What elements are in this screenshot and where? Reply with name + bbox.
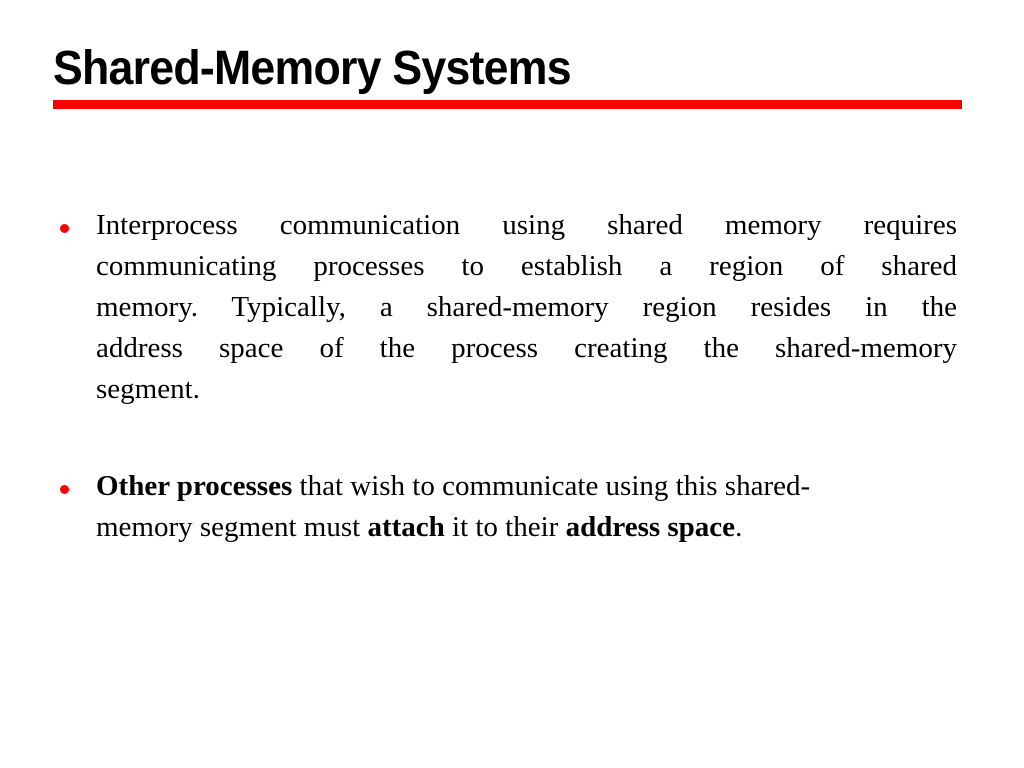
bullet-line: memory. Typically, a shared-memory regio… xyxy=(96,291,957,323)
emphasis-address-space: address space xyxy=(565,511,736,543)
bullet-line-period: . xyxy=(735,511,743,543)
emphasis-attach: attach xyxy=(367,511,445,543)
emphasis-other-processes: Other processes xyxy=(96,470,293,502)
bullet-line: communicating processes to establish a r… xyxy=(96,250,957,282)
list-item: Other processes that wish to communicate… xyxy=(0,466,1024,548)
bullet-line: memory segment must attach it to their a… xyxy=(96,507,957,548)
bullet-line: segment. xyxy=(96,373,200,405)
bullet-line-mid: it to their xyxy=(444,511,566,543)
bullet-dot-icon xyxy=(60,485,69,494)
bullet-line: Interprocess communication using shared … xyxy=(96,209,957,241)
bullet-line-rest: that wish to communicate using this shar… xyxy=(292,470,811,502)
list-item: Interprocess communication using shared … xyxy=(0,205,1024,410)
title-underline-rule xyxy=(53,100,962,109)
page-title: Shared-Memory Systems xyxy=(53,42,572,95)
bullet-dot-icon xyxy=(60,224,69,233)
bullet-line: address space of the process creating th… xyxy=(96,332,957,364)
bullet-paragraph-1: Interprocess communication using shared … xyxy=(96,205,957,410)
slide: Shared-Memory Systems Interprocess commu… xyxy=(0,0,1024,768)
bullet-paragraph-2: Other processes that wish to communicate… xyxy=(96,466,957,548)
slide-body: Interprocess communication using shared … xyxy=(0,205,1024,548)
bullet-line: Other processes that wish to communicate… xyxy=(96,466,957,507)
bullet-line-pre-attach: memory segment must xyxy=(96,511,368,543)
